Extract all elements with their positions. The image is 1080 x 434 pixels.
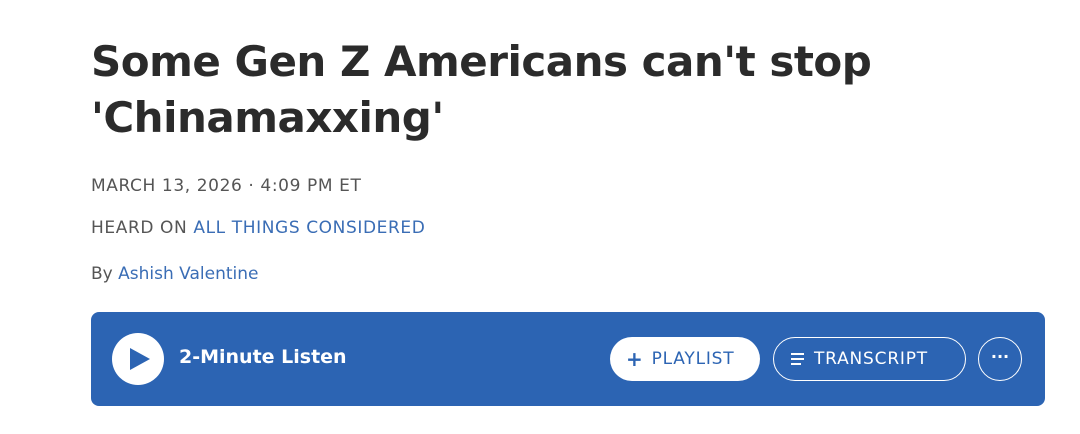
program-link[interactable]: ALL THINGS CONSIDERED: [193, 218, 425, 238]
page-title: Some Gen Z Americans can't stop 'Chinama…: [91, 37, 872, 142]
listen-duration-label: 2-Minute Listen: [179, 346, 347, 368]
plus-icon: +: [626, 347, 644, 371]
play-button[interactable]: [112, 333, 164, 385]
play-icon: [130, 348, 150, 370]
playlist-label: PLAYLIST: [651, 349, 735, 369]
ellipsis-icon: ···: [990, 347, 1010, 366]
more-options-button[interactable]: ···: [978, 337, 1022, 381]
heard-on-prefix: HEARD ON: [91, 218, 194, 238]
lines-icon: [791, 353, 804, 365]
article-header: Some Gen Z Americans can't stop 'Chinama…: [91, 34, 1051, 146]
publish-date: MARCH 13, 2026 · 4:09 PM ET: [91, 176, 362, 196]
author-link[interactable]: Ashish Valentine: [118, 264, 258, 284]
transcript-label: TRANSCRIPT: [814, 349, 928, 369]
byline-prefix: By: [91, 264, 119, 284]
audio-player-bar: 2-Minute Listen + PLAYLIST TRANSCRIPT ··…: [91, 312, 1045, 406]
heard-on-line: HEARD ON ALL THINGS CONSIDERED: [91, 218, 425, 238]
transcript-button[interactable]: TRANSCRIPT: [773, 337, 966, 381]
byline: By Ashish Valentine: [91, 264, 258, 284]
add-to-playlist-button[interactable]: + PLAYLIST: [610, 337, 760, 381]
